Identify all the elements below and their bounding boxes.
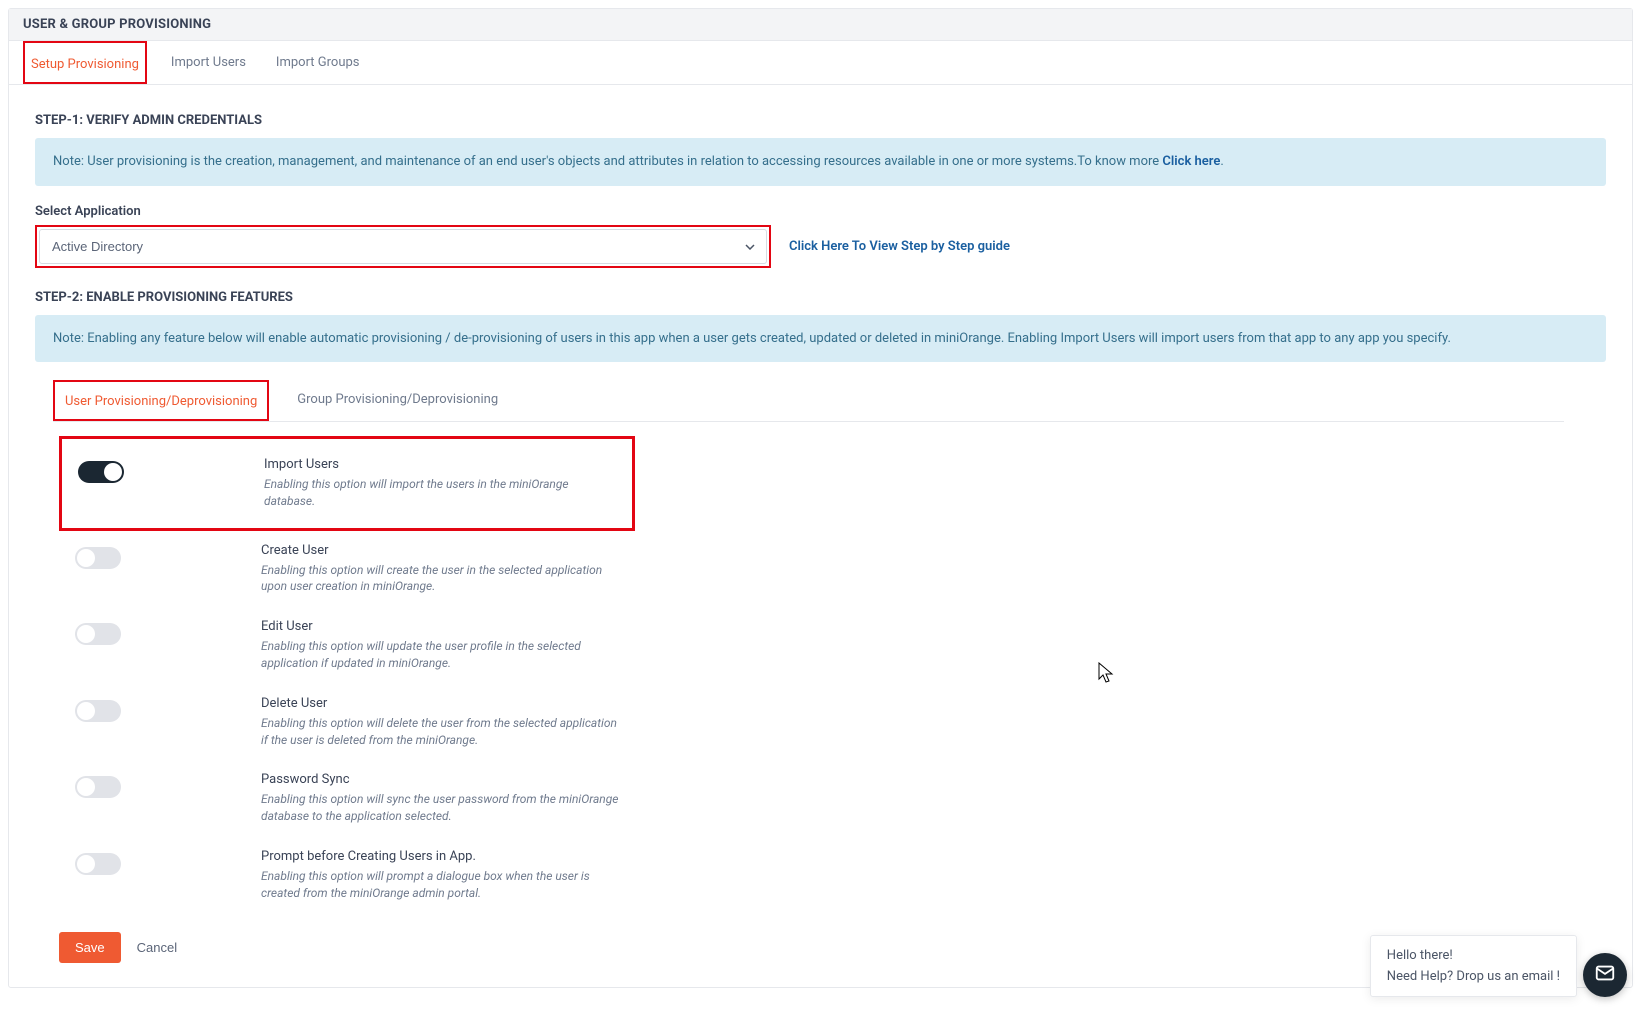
feature-toggle[interactable]: [75, 853, 121, 875]
feature-row: Import Users Enabling this option will im…: [59, 436, 635, 531]
feature-desc: Enabling this option will import the use…: [264, 476, 622, 510]
feature-text: Prompt before Creating Users in App. Enab…: [261, 849, 625, 902]
subtab-user-provisioning[interactable]: User Provisioning/Deprovisioning: [53, 380, 269, 421]
feature-text: Delete User Enabling this option will del…: [261, 696, 625, 749]
select-application[interactable]: Active Directory: [39, 229, 767, 264]
chat-line2: Need Help? Drop us an email !: [1387, 969, 1560, 984]
feature-title: Edit User: [261, 619, 625, 634]
step1-heading: STEP-1: VERIFY ADMIN CREDENTIALS: [35, 113, 1606, 128]
feature-toggle[interactable]: [75, 700, 121, 722]
feature-text: Password Sync Enabling this option will s…: [261, 772, 625, 825]
feature-desc: Enabling this option will delete the use…: [261, 715, 625, 749]
feature-title: Prompt before Creating Users in App.: [261, 849, 625, 864]
mail-icon: [1594, 962, 1616, 988]
step-by-step-guide-link[interactable]: Click Here To View Step by Step guide: [789, 239, 1010, 254]
tab-import-users[interactable]: Import Users: [165, 41, 252, 84]
chat-popup: Hello there! Need Help? Drop us an email…: [1370, 935, 1577, 997]
feature-desc: Enabling this option will sync the user …: [261, 791, 625, 825]
chat-fab[interactable]: [1583, 953, 1627, 997]
feature-desc: Enabling this option will prompt a dialo…: [261, 868, 625, 902]
step2-note: Note: Enabling any feature below will en…: [35, 315, 1606, 363]
tab-setup-provisioning[interactable]: Setup Provisioning: [23, 41, 147, 84]
save-button[interactable]: Save: [59, 932, 121, 963]
feature-title: Password Sync: [261, 772, 625, 787]
select-application-label: Select Application: [35, 204, 1606, 219]
subtab-group-provisioning[interactable]: Group Provisioning/Deprovisioning: [287, 380, 508, 421]
tab-import-groups[interactable]: Import Groups: [270, 41, 366, 84]
feature-toggle[interactable]: [78, 461, 124, 483]
step1-note-suffix: .: [1220, 154, 1223, 169]
select-application-wrap: Active Directory: [35, 225, 771, 268]
cancel-button[interactable]: Cancel: [137, 940, 177, 955]
feature-desc: Enabling this option will update the use…: [261, 638, 625, 672]
feature-row: Create User Enabling this option will cre…: [59, 531, 635, 608]
step2-heading: STEP-2: ENABLE PROVISIONING FEATURES: [35, 290, 1606, 305]
step1-note-link[interactable]: Click here: [1162, 154, 1220, 169]
feature-row: Edit User Enabling this option will updat…: [59, 607, 635, 684]
panel-title: USER & GROUP PROVISIONING: [9, 9, 1632, 41]
chat-line1: Hello there!: [1387, 948, 1560, 963]
feature-text: Import Users Enabling this option will im…: [264, 457, 622, 510]
step1-note: Note: User provisioning is the creation,…: [35, 138, 1606, 186]
feature-text: Edit User Enabling this option will updat…: [261, 619, 625, 672]
content: STEP-1: VERIFY ADMIN CREDENTIALS Note: U…: [9, 85, 1632, 987]
feature-toggle[interactable]: [75, 776, 121, 798]
feature-row: Prompt before Creating Users in App. Enab…: [59, 837, 635, 914]
feature-title: Delete User: [261, 696, 625, 711]
step1-note-text: Note: User provisioning is the creation,…: [53, 154, 1162, 169]
feature-text: Create User Enabling this option will cre…: [261, 543, 625, 596]
feature-row: Password Sync Enabling this option will s…: [59, 760, 635, 837]
feature-title: Import Users: [264, 457, 622, 472]
feature-toggle[interactable]: [75, 623, 121, 645]
provisioning-panel: USER & GROUP PROVISIONING Setup Provisio…: [8, 8, 1633, 988]
top-tabs: Setup Provisioning Import Users Import G…: [9, 41, 1632, 85]
sub-tabs: User Provisioning/Deprovisioning Group P…: [53, 380, 1564, 422]
feature-row: Delete User Enabling this option will del…: [59, 684, 635, 761]
feature-toggle[interactable]: [75, 547, 121, 569]
feature-title: Create User: [261, 543, 625, 558]
features-list: Import Users Enabling this option will im…: [35, 436, 1606, 914]
feature-desc: Enabling this option will create the use…: [261, 562, 625, 596]
